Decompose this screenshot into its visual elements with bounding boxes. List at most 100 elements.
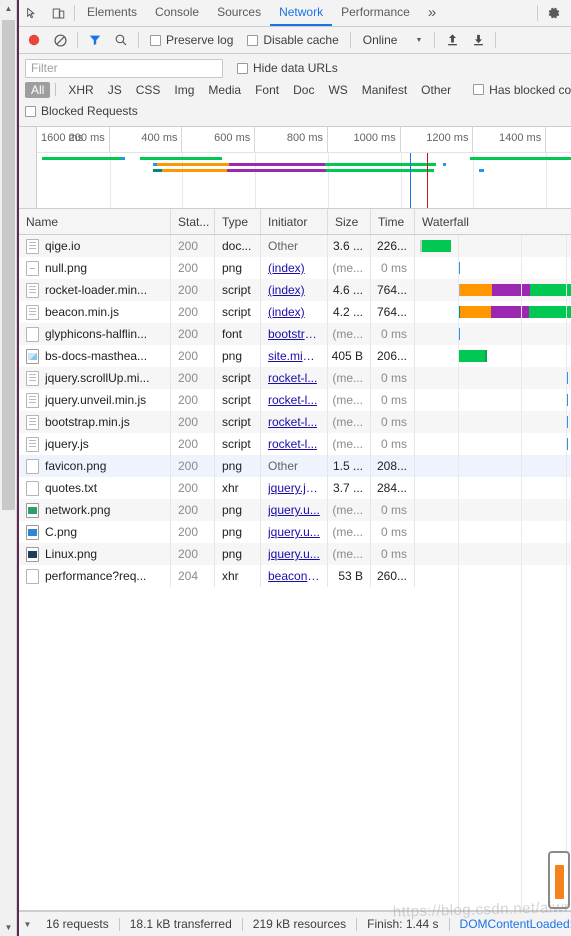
filter-funnel-icon[interactable] bbox=[82, 27, 108, 53]
table-row[interactable]: Linux.png 200 png jquery.u... (me... 0 ms bbox=[19, 543, 571, 565]
type-filter-media[interactable]: Media bbox=[202, 82, 247, 98]
cell-name[interactable]: bootstrap.min.js bbox=[19, 411, 171, 433]
type-filter-css[interactable]: CSS bbox=[130, 82, 167, 98]
cell-initiator[interactable]: (index) bbox=[261, 257, 328, 279]
checkbox-box[interactable] bbox=[247, 34, 259, 46]
scroll-down-arrow-icon[interactable]: ▼ bbox=[0, 919, 17, 936]
table-row[interactable]: null.png 200 png (index) (me... 0 ms bbox=[19, 257, 571, 279]
cell-initiator[interactable]: (index) bbox=[261, 301, 328, 323]
cell-name[interactable]: quotes.txt bbox=[19, 477, 171, 499]
hide-data-urls-checkbox[interactable]: Hide data URLs bbox=[237, 61, 338, 75]
initiator-link[interactable]: rocket-l... bbox=[268, 393, 317, 407]
cell-name[interactable]: Linux.png bbox=[19, 543, 171, 565]
toggle-device-toolbar-icon[interactable] bbox=[45, 0, 71, 26]
initiator-link[interactable]: rocket-l... bbox=[268, 437, 317, 451]
type-filter-font[interactable]: Font bbox=[249, 82, 285, 98]
column-header-type[interactable]: Type bbox=[215, 209, 261, 234]
initiator-link[interactable]: jquery.js:3 bbox=[268, 481, 320, 495]
cell-initiator[interactable]: jquery.js:3 bbox=[261, 477, 328, 499]
checkbox-box[interactable] bbox=[473, 84, 485, 95]
table-row[interactable]: rocket-loader.min... 200 script (index) 4.6 … bbox=[19, 279, 571, 301]
initiator-link[interactable]: beacon.... bbox=[268, 569, 320, 583]
preserve-log-checkbox[interactable]: Preserve log bbox=[143, 33, 240, 47]
cell-name[interactable]: performance?req... bbox=[19, 565, 171, 587]
initiator-link[interactable]: (index) bbox=[268, 261, 305, 275]
blocked-requests-checkbox[interactable]: Blocked Requests bbox=[25, 104, 138, 118]
table-row[interactable]: jquery.scrollUp.mi... 200 script rocket-l..… bbox=[19, 367, 571, 389]
type-filter-xhr[interactable]: XHR bbox=[62, 82, 99, 98]
cell-initiator[interactable]: beacon.... bbox=[261, 565, 328, 587]
cell-name[interactable]: favicon.png bbox=[19, 455, 171, 477]
status-collapse-icon[interactable]: ▼ bbox=[19, 916, 36, 933]
cell-initiator[interactable]: bootstra... bbox=[261, 323, 328, 345]
table-row[interactable]: qige.io 200 doc... Other 3.6 ... 226... bbox=[19, 235, 571, 257]
initiator-link[interactable]: (index) bbox=[268, 283, 305, 297]
table-row[interactable]: beacon.min.js 200 script (index) 4.2 ... 764.… bbox=[19, 301, 571, 323]
tab-network[interactable]: Network bbox=[270, 0, 333, 26]
initiator-link[interactable]: bootstra... bbox=[268, 327, 320, 341]
cell-initiator[interactable]: jquery.u... bbox=[261, 543, 328, 565]
type-filter-doc[interactable]: Doc bbox=[287, 82, 320, 98]
kebab-menu-icon[interactable] bbox=[567, 0, 571, 26]
tab-sources[interactable]: Sources bbox=[208, 0, 270, 26]
tab-performance[interactable]: Performance bbox=[332, 0, 419, 26]
column-header-time[interactable]: Time bbox=[371, 209, 415, 234]
cell-name[interactable]: beacon.min.js bbox=[19, 301, 171, 323]
type-filter-ws[interactable]: WS bbox=[322, 82, 353, 98]
initiator-link[interactable]: site.min.... bbox=[268, 349, 320, 363]
initiator-link[interactable]: jquery.u... bbox=[268, 525, 320, 539]
scrollbar-thumb[interactable] bbox=[2, 20, 15, 510]
cell-initiator[interactable]: rocket-l... bbox=[261, 367, 328, 389]
type-filter-all[interactable]: All bbox=[25, 81, 51, 98]
type-filter-other[interactable]: Other bbox=[415, 82, 457, 98]
tab-elements[interactable]: Elements bbox=[78, 0, 146, 26]
clear-icon[interactable] bbox=[47, 27, 73, 53]
cell-name[interactable]: qige.io bbox=[19, 235, 171, 257]
cell-initiator[interactable]: jquery.u... bbox=[261, 521, 328, 543]
table-row[interactable]: bootstrap.min.js 200 script rocket-l... (me.… bbox=[19, 411, 571, 433]
cell-initiator[interactable]: jquery.u... bbox=[261, 499, 328, 521]
cell-name[interactable]: glyphicons-halflin... bbox=[19, 323, 171, 345]
table-row[interactable]: C.png 200 png jquery.u... (me... 0 ms bbox=[19, 521, 571, 543]
initiator-link[interactable]: (index) bbox=[268, 305, 305, 319]
column-header-initiator[interactable]: Initiator bbox=[261, 209, 328, 234]
export-har-icon[interactable] bbox=[465, 27, 491, 53]
checkbox-box[interactable] bbox=[150, 34, 161, 46]
cell-initiator[interactable]: rocket-l... bbox=[261, 433, 328, 455]
table-row[interactable]: quotes.txt 200 xhr jquery.js:3 3.7 ... 284... bbox=[19, 477, 571, 499]
table-row[interactable]: performance?req... 204 xhr beacon.... 53 B 26… bbox=[19, 565, 571, 587]
table-row[interactable]: jquery.js 200 script rocket-l... (me... 0 ms bbox=[19, 433, 571, 455]
table-row[interactable]: favicon.png 200 png Other 1.5 ... 208... bbox=[19, 455, 571, 477]
scroll-up-arrow-icon[interactable]: ▲ bbox=[0, 0, 17, 17]
record-button-icon[interactable] bbox=[21, 27, 47, 53]
cell-initiator[interactable]: rocket-l... bbox=[261, 389, 328, 411]
cell-initiator[interactable]: site.min.... bbox=[261, 345, 328, 367]
disable-cache-checkbox[interactable]: Disable cache bbox=[240, 33, 345, 47]
network-throttling-dropdown[interactable]: Online ▼ bbox=[355, 33, 431, 47]
import-har-icon[interactable] bbox=[439, 27, 465, 53]
cell-name[interactable]: rocket-loader.min... bbox=[19, 279, 171, 301]
cell-name[interactable]: null.png bbox=[19, 257, 171, 279]
table-row[interactable]: bs-docs-masthea... 200 png site.min.... 405 … bbox=[19, 345, 571, 367]
search-icon[interactable] bbox=[108, 27, 134, 53]
has-blocked-cookies-checkbox[interactable]: Has blocked cookies bbox=[473, 83, 571, 97]
type-filter-img[interactable]: Img bbox=[168, 82, 200, 98]
type-filter-manifest[interactable]: Manifest bbox=[356, 82, 413, 98]
column-header-status[interactable]: Stat... bbox=[171, 209, 215, 234]
cell-name[interactable]: jquery.unveil.min.js bbox=[19, 389, 171, 411]
initiator-link[interactable]: jquery.u... bbox=[268, 503, 320, 517]
cell-initiator[interactable]: rocket-l... bbox=[261, 411, 328, 433]
table-row[interactable]: jquery.unveil.min.js 200 script rocket-l...… bbox=[19, 389, 571, 411]
column-header-size[interactable]: Size bbox=[328, 209, 371, 234]
initiator-link[interactable]: jquery.u... bbox=[268, 547, 320, 561]
initiator-link[interactable]: rocket-l... bbox=[268, 415, 317, 429]
more-tabs-button[interactable]: » bbox=[419, 0, 445, 26]
overview-body[interactable]: 200 ms 400 ms 600 ms 800 ms 1000 ms 1200 ms 14… bbox=[37, 127, 571, 208]
table-row[interactable]: glyphicons-halflin... 200 font bootstra... (… bbox=[19, 323, 571, 345]
checkbox-box[interactable] bbox=[25, 105, 36, 117]
cell-name[interactable]: C.png bbox=[19, 521, 171, 543]
cell-name[interactable]: bs-docs-masthea... bbox=[19, 345, 171, 367]
inspect-element-icon[interactable] bbox=[19, 0, 45, 26]
cell-name[interactable]: jquery.js bbox=[19, 433, 171, 455]
gear-icon[interactable] bbox=[541, 0, 567, 26]
